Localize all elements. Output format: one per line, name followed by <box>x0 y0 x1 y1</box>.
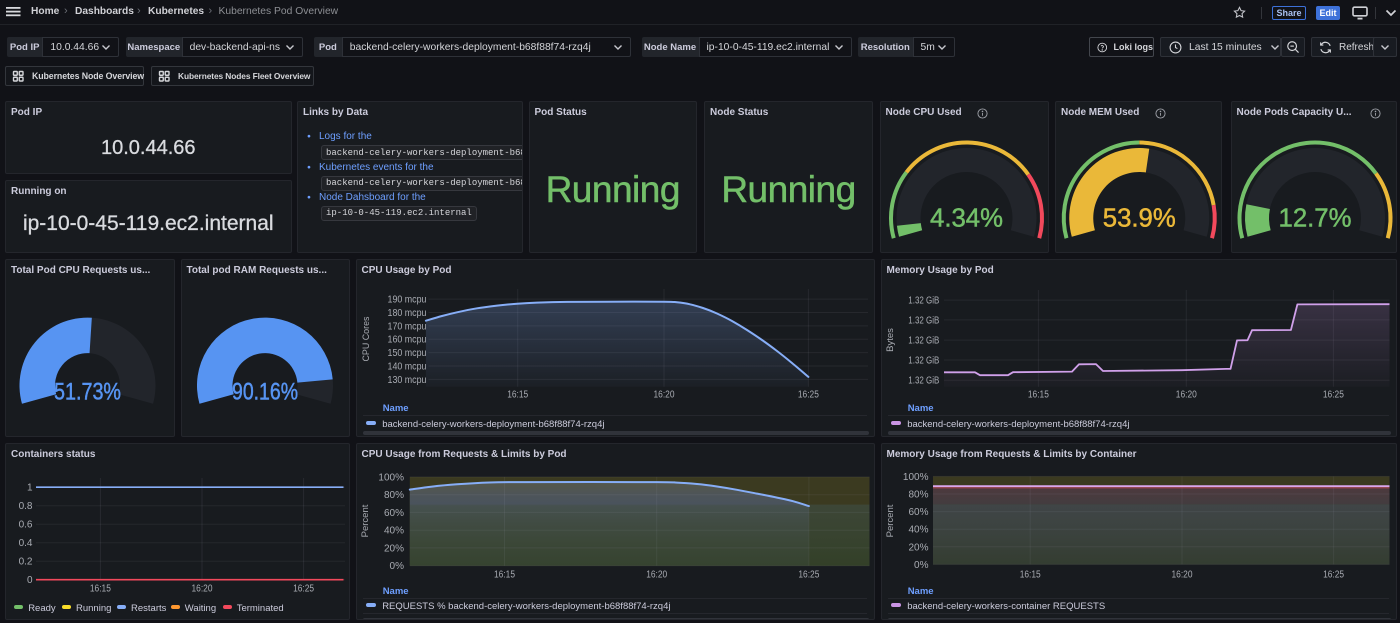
svg-text:16:25: 16:25 <box>293 584 314 595</box>
svg-text:16:20: 16:20 <box>1175 389 1196 400</box>
svg-text:0: 0 <box>27 575 33 586</box>
svg-text:51.73%: 51.73% <box>54 378 121 405</box>
svg-text:1: 1 <box>27 483 33 494</box>
svg-text:0.6: 0.6 <box>19 520 33 531</box>
svg-text:130 mcpu: 130 mcpu <box>387 375 426 386</box>
svg-text:0.8: 0.8 <box>19 501 33 512</box>
svg-text:0%: 0% <box>914 560 929 571</box>
svg-text:60%: 60% <box>908 507 928 518</box>
svg-text:170 mcpu: 170 mcpu <box>387 321 426 332</box>
svg-text:16:25: 16:25 <box>798 570 819 581</box>
svg-text:20%: 20% <box>908 542 928 553</box>
svg-text:12.7%: 12.7% <box>1278 203 1351 233</box>
svg-text:53.9%: 53.9% <box>1103 203 1176 233</box>
svg-text:180 mcpu: 180 mcpu <box>387 308 426 319</box>
svg-text:16:15: 16:15 <box>494 570 515 581</box>
svg-text:1.32 GiB: 1.32 GiB <box>908 375 939 386</box>
svg-text:16:15: 16:15 <box>1027 389 1048 400</box>
svg-text:Percent: Percent <box>885 504 896 537</box>
svg-text:16:25: 16:25 <box>1323 570 1344 581</box>
svg-text:16:25: 16:25 <box>797 389 818 400</box>
svg-text:16:20: 16:20 <box>653 389 674 400</box>
svg-text:0.4: 0.4 <box>19 538 33 549</box>
svg-text:16:20: 16:20 <box>646 570 667 581</box>
svg-text:140 mcpu: 140 mcpu <box>387 361 426 372</box>
svg-text:0%: 0% <box>389 561 404 572</box>
svg-text:40%: 40% <box>383 526 403 537</box>
svg-text:16:15: 16:15 <box>507 389 528 400</box>
svg-text:1.32 GiB: 1.32 GiB <box>908 315 939 326</box>
svg-text:Percent: Percent <box>360 504 371 537</box>
svg-text:1.32 GiB: 1.32 GiB <box>908 295 939 306</box>
svg-text:1.32 GiB: 1.32 GiB <box>908 355 939 366</box>
svg-text:4.34%: 4.34% <box>930 203 1003 233</box>
svg-text:150 mcpu: 150 mcpu <box>387 348 426 359</box>
svg-text:80%: 80% <box>908 490 928 501</box>
svg-text:16:15: 16:15 <box>90 584 111 595</box>
svg-text:CPU Cores: CPU Cores <box>361 316 372 361</box>
svg-text:100%: 100% <box>378 473 404 484</box>
svg-text:90.16%: 90.16% <box>232 378 298 405</box>
svg-text:1.32 GiB: 1.32 GiB <box>908 335 939 346</box>
svg-text:20%: 20% <box>383 544 403 555</box>
svg-text:160 mcpu: 160 mcpu <box>387 334 426 345</box>
svg-text:80%: 80% <box>383 490 403 501</box>
svg-text:40%: 40% <box>908 525 928 536</box>
svg-text:190 mcpu: 190 mcpu <box>387 294 426 305</box>
svg-text:16:15: 16:15 <box>1019 570 1040 581</box>
svg-text:16:20: 16:20 <box>1171 570 1192 581</box>
svg-text:100%: 100% <box>902 472 928 483</box>
svg-text:Bytes: Bytes <box>885 328 896 352</box>
svg-text:16:25: 16:25 <box>1322 389 1343 400</box>
svg-text:16:20: 16:20 <box>192 584 213 595</box>
svg-text:60%: 60% <box>383 508 403 519</box>
svg-text:0.2: 0.2 <box>19 557 33 568</box>
